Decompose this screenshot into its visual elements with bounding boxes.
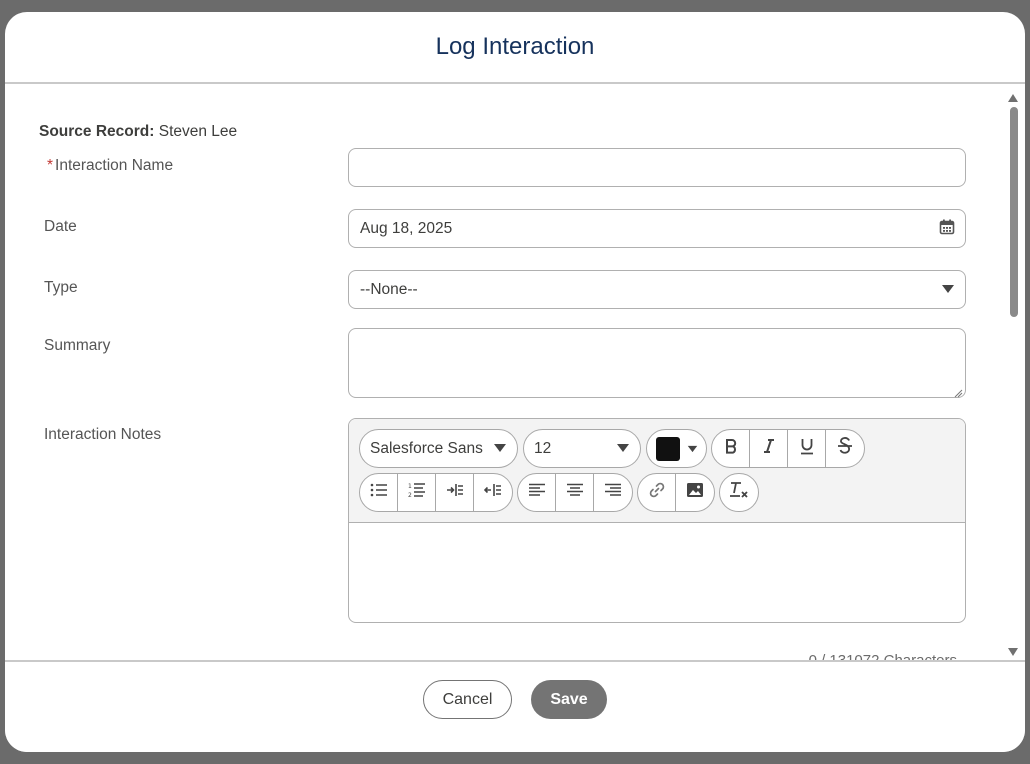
cancel-button[interactable]: Cancel — [423, 680, 512, 719]
underline-icon — [800, 438, 814, 460]
align-button-group — [517, 473, 633, 512]
bulleted-list-button[interactable] — [360, 474, 398, 511]
editor-toolbar: Salesforce Sans 12 1 2 — [349, 419, 965, 523]
chevron-down-icon — [493, 440, 507, 458]
image-button[interactable] — [676, 474, 714, 511]
log-interaction-modal: Log Interaction Source Record: Steven Le… — [5, 12, 1025, 752]
color-swatch — [656, 436, 680, 461]
summary-label: Summary — [44, 337, 111, 354]
strikethrough-icon — [837, 437, 853, 460]
align-left-button[interactable] — [518, 474, 556, 511]
interaction-name-label-text: Interaction Name — [55, 157, 174, 174]
date-value: Aug 18, 2025 — [360, 219, 453, 237]
modal-footer: Cancel Save — [5, 660, 1025, 752]
chevron-down-icon — [687, 440, 698, 458]
source-record-label: Source Record: — [39, 123, 155, 140]
interaction-name-input[interactable] — [348, 148, 966, 187]
modal-title: Log Interaction — [435, 33, 595, 60]
interaction-name-label: * Interaction Name — [47, 157, 173, 175]
interaction-notes-content[interactable] — [349, 523, 965, 622]
link-icon — [648, 481, 666, 504]
source-record: Source Record: Steven Lee — [39, 123, 237, 141]
clear-formatting-group — [719, 473, 759, 512]
dropdown-caret-icon — [941, 281, 955, 299]
required-marker: * — [47, 157, 54, 174]
insert-button-group — [637, 473, 715, 512]
vertical-scrollbar[interactable] — [1006, 87, 1020, 663]
bold-button[interactable] — [712, 430, 750, 467]
scroll-up-icon[interactable] — [1008, 89, 1018, 107]
indent-icon — [446, 483, 464, 502]
font-size-select[interactable]: 12 — [523, 429, 641, 468]
numbered-list-icon: 12 — [408, 482, 426, 503]
type-value: --None-- — [360, 280, 418, 298]
link-button[interactable] — [638, 474, 676, 511]
italic-button[interactable] — [750, 430, 788, 467]
italic-icon — [763, 438, 775, 459]
scroll-down-icon[interactable] — [1008, 643, 1018, 661]
image-icon — [686, 482, 704, 503]
font-family-select[interactable]: Salesforce Sans — [359, 429, 518, 468]
svg-text:1: 1 — [408, 483, 412, 490]
align-right-icon — [604, 483, 622, 502]
font-size-value: 12 — [534, 439, 552, 457]
align-left-icon — [528, 483, 546, 502]
save-button[interactable]: Save — [531, 680, 607, 719]
bold-icon — [724, 438, 738, 459]
align-right-button[interactable] — [594, 474, 632, 511]
date-label: Date — [44, 218, 77, 235]
bulleted-list-icon — [370, 483, 388, 502]
calendar-icon[interactable] — [939, 218, 955, 239]
interaction-notes-editor: Salesforce Sans 12 1 2 — [348, 418, 966, 623]
chevron-down-icon — [616, 440, 630, 458]
source-record-value: Steven Lee — [158, 123, 238, 140]
date-input[interactable]: Aug 18, 2025 — [348, 209, 966, 248]
align-center-button[interactable] — [556, 474, 594, 511]
list-button-group: 12 — [359, 473, 513, 512]
modal-body: Source Record: Steven Lee * Interaction N… — [5, 85, 1025, 661]
type-label: Type — [44, 279, 78, 296]
numbered-list-button[interactable]: 12 — [398, 474, 436, 511]
font-family-value: Salesforce Sans — [370, 439, 483, 457]
interaction-notes-label: Interaction Notes — [44, 426, 162, 443]
type-select[interactable]: --None-- — [348, 270, 966, 309]
clear-formatting-button[interactable] — [720, 474, 758, 511]
clear-formatting-icon — [729, 481, 749, 504]
format-button-group — [711, 429, 865, 468]
scroll-thumb[interactable] — [1010, 107, 1018, 317]
strikethrough-button[interactable] — [826, 430, 864, 467]
modal-header: Log Interaction — [5, 12, 1025, 84]
align-center-icon — [566, 483, 584, 502]
text-color-picker[interactable] — [646, 429, 707, 468]
outdent-icon — [483, 483, 502, 502]
outdent-button[interactable] — [474, 474, 512, 511]
underline-button[interactable] — [788, 430, 826, 467]
svg-text:2: 2 — [408, 492, 412, 498]
indent-button[interactable] — [436, 474, 474, 511]
summary-textarea[interactable] — [348, 328, 966, 398]
resize-handle-icon[interactable] — [953, 385, 963, 398]
